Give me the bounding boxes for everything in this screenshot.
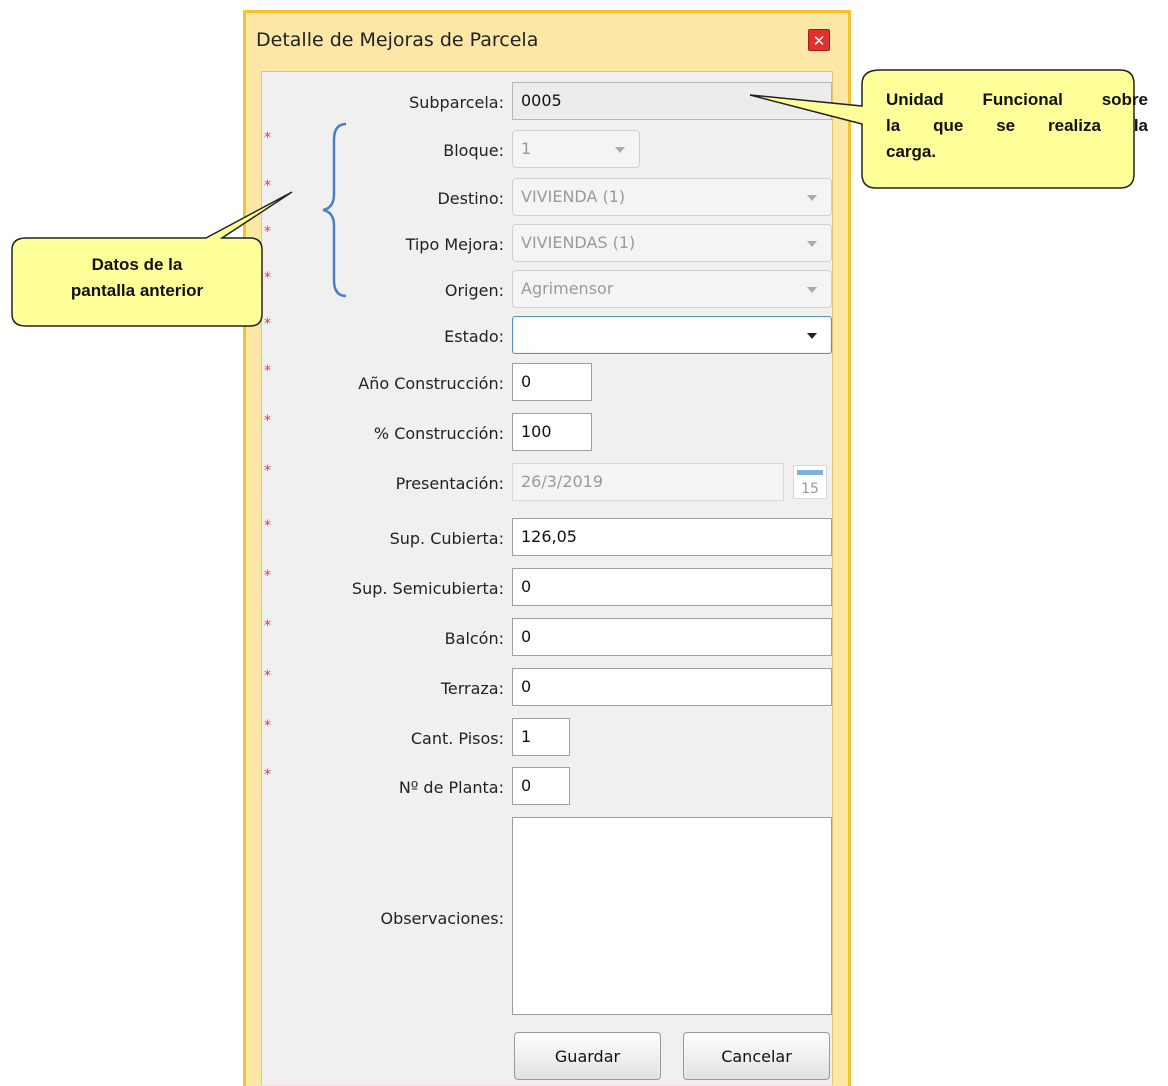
dialog-title: Detalle de Mejoras de Parcela bbox=[256, 29, 539, 51]
row-estado: * Estado: bbox=[262, 316, 834, 356]
cant-pisos-input[interactable]: 1 bbox=[512, 718, 570, 756]
tipo-mejora-value: VIVIENDAS (1) bbox=[521, 233, 636, 252]
chevron-down-icon bbox=[807, 241, 817, 247]
row-pct-construccion: * % Construcción: 100 bbox=[262, 413, 834, 453]
anio-construccion-input[interactable]: 0 bbox=[512, 363, 592, 401]
row-terraza: * Terraza: 0 bbox=[262, 668, 834, 708]
presentacion-input: 26/3/2019 bbox=[512, 463, 784, 501]
sup-semicubierta-label: Sup. Semicubierta: bbox=[351, 579, 504, 598]
callout-left-line: pantalla anterior bbox=[70, 281, 204, 300]
bloque-select: 1 bbox=[512, 130, 640, 168]
estado-label: Estado: bbox=[444, 327, 504, 346]
calendar-icon[interactable]: 15 bbox=[793, 465, 827, 499]
required-marker: * bbox=[264, 718, 271, 734]
pct-construccion-input[interactable]: 100 bbox=[512, 413, 592, 451]
origen-value: Agrimensor bbox=[521, 279, 614, 298]
bracket-icon bbox=[322, 122, 347, 298]
origen-label: Origen: bbox=[444, 281, 504, 300]
required-marker: * bbox=[264, 363, 271, 379]
row-sup-semicubierta: * Sup. Semicubierta: 0 bbox=[262, 568, 834, 608]
destino-label: Destino: bbox=[437, 189, 504, 208]
row-anio-construccion: * Año Construcción: 0 bbox=[262, 363, 834, 403]
balcon-input[interactable]: 0 bbox=[512, 618, 832, 656]
row-presentacion: * Presentación: 26/3/2019 15 bbox=[262, 463, 834, 503]
sup-cubierta-input[interactable]: 126,05 bbox=[512, 518, 832, 556]
nro-planta-label: Nº de Planta: bbox=[398, 778, 504, 797]
chevron-down-icon[interactable] bbox=[807, 333, 817, 339]
row-balcon: * Balcón: 0 bbox=[262, 618, 834, 658]
bloque-value: 1 bbox=[521, 139, 532, 158]
observaciones-textarea[interactable] bbox=[512, 817, 832, 1015]
required-marker: * bbox=[264, 767, 271, 783]
subparcela-label: Subparcela: bbox=[409, 93, 504, 112]
callout-right-line: carga. bbox=[886, 142, 937, 161]
anio-construccion-label: Año Construcción: bbox=[358, 374, 504, 393]
presentacion-label: Presentación: bbox=[395, 474, 504, 493]
callout-left-text: Datos de la pantalla anterior bbox=[12, 252, 262, 304]
chevron-down-icon bbox=[615, 147, 625, 153]
row-nro-planta: * Nº de Planta: 0 bbox=[262, 767, 834, 807]
balcon-label: Balcón: bbox=[444, 629, 504, 648]
sup-cubierta-label: Sup. Cubierta: bbox=[389, 529, 504, 548]
pct-construccion-label: % Construcción: bbox=[373, 424, 504, 443]
callout-right-text: Unidad Funcional sobre la que se realiza… bbox=[886, 87, 1148, 165]
destino-value: VIVIENDA (1) bbox=[521, 187, 626, 206]
required-marker: * bbox=[264, 668, 271, 684]
origen-select: Agrimensor bbox=[512, 270, 832, 308]
required-marker: * bbox=[264, 130, 271, 146]
cant-pisos-label: Cant. Pisos: bbox=[410, 729, 504, 748]
estado-select[interactable] bbox=[512, 316, 832, 354]
calendar-header bbox=[797, 470, 823, 475]
required-marker: * bbox=[264, 463, 271, 479]
close-icon[interactable]: ✕ bbox=[808, 29, 830, 51]
tipo-mejora-label: Tipo Mejora: bbox=[405, 235, 504, 254]
required-marker: * bbox=[264, 413, 271, 429]
bloque-label: Bloque: bbox=[443, 141, 504, 160]
tipo-mejora-select: VIVIENDAS (1) bbox=[512, 224, 832, 262]
terraza-label: Terraza: bbox=[440, 679, 504, 698]
row-cant-pisos: * Cant. Pisos: 1 bbox=[262, 718, 834, 758]
save-button[interactable]: Guardar bbox=[514, 1032, 661, 1080]
calendar-day: 15 bbox=[801, 481, 819, 497]
chevron-down-icon bbox=[807, 287, 817, 293]
callout-right-line: la que se realiza la bbox=[886, 116, 1148, 135]
row-sup-cubierta: * Sup. Cubierta: 126,05 bbox=[262, 518, 834, 558]
required-marker: * bbox=[264, 618, 271, 634]
callout-left-line: Datos de la bbox=[91, 255, 183, 274]
callout-right-line: Unidad Funcional sobre bbox=[886, 90, 1148, 109]
required-marker: * bbox=[264, 518, 271, 534]
nro-planta-input[interactable]: 0 bbox=[512, 767, 570, 805]
cancel-button[interactable]: Cancelar bbox=[683, 1032, 830, 1080]
sup-semicubierta-input[interactable]: 0 bbox=[512, 568, 832, 606]
required-marker: * bbox=[264, 568, 271, 584]
observaciones-label: Observaciones: bbox=[380, 909, 504, 928]
terraza-input[interactable]: 0 bbox=[512, 668, 832, 706]
